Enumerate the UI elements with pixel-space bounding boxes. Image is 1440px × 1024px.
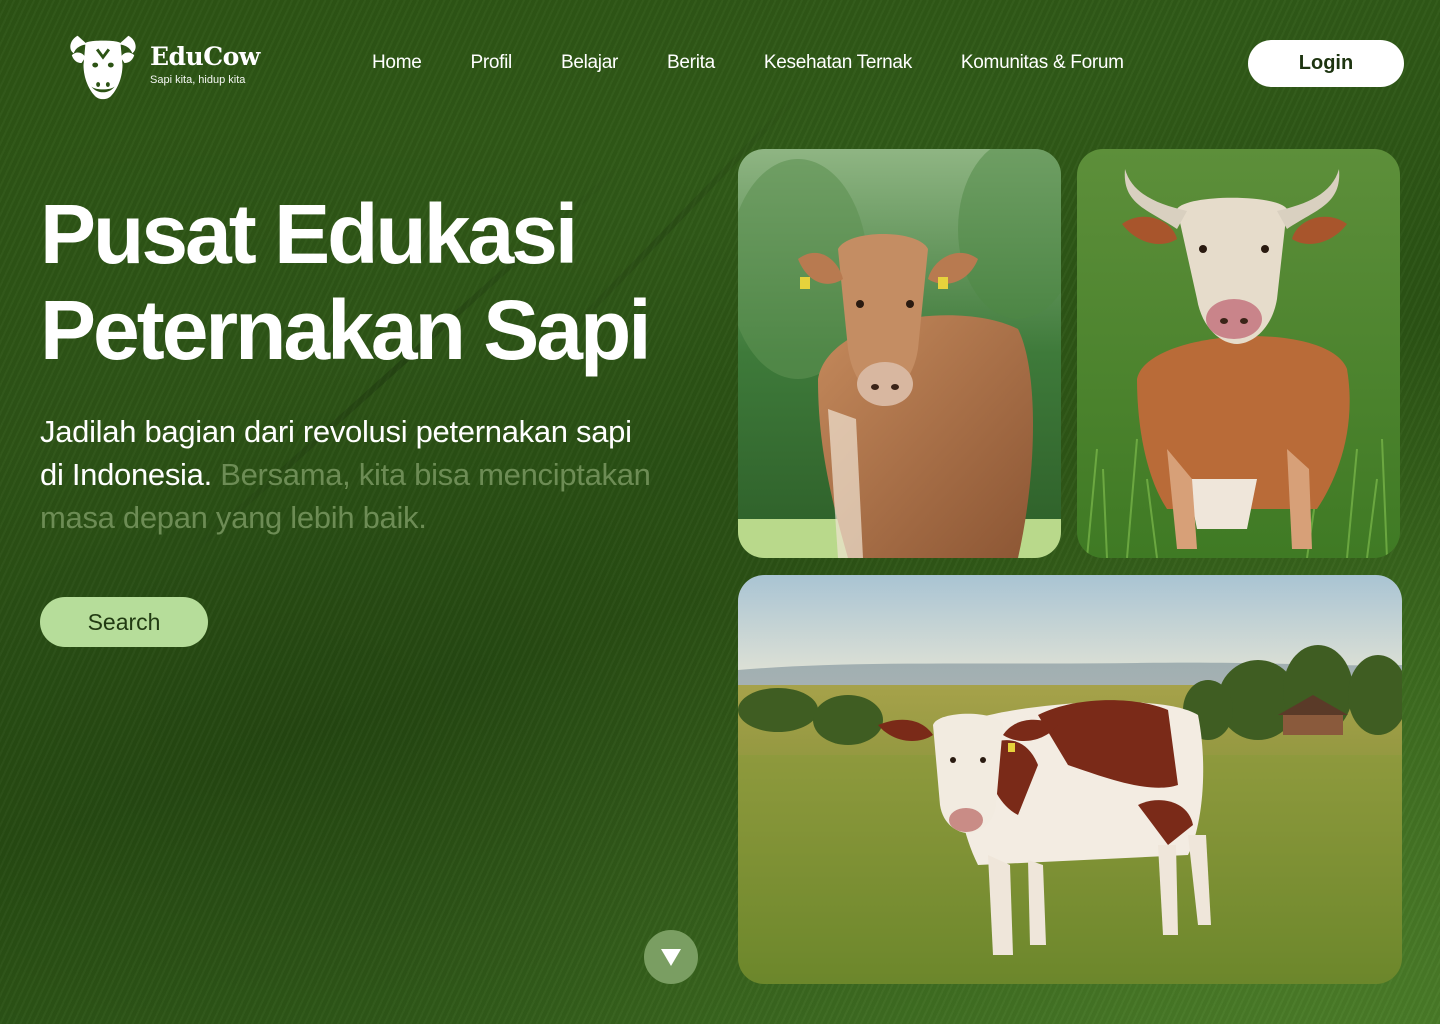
login-button[interactable]: Login <box>1248 40 1404 87</box>
photo-spotted-cow-pasture <box>738 575 1402 984</box>
scroll-down-button[interactable] <box>644 930 698 984</box>
nav-item-berita[interactable]: Berita <box>667 52 715 74</box>
main-nav: Home Profil Belajar Berita Kesehatan Ter… <box>372 52 1173 74</box>
cow-head-icon <box>70 35 136 100</box>
nav-item-komunitas-forum[interactable]: Komunitas & Forum <box>961 52 1124 74</box>
brand-name: EduCow <box>150 42 260 71</box>
photo-horned-cow <box>1077 149 1400 558</box>
nav-item-home[interactable]: Home <box>372 52 422 74</box>
hero-title-line-2: Peternakan Sapi <box>40 283 652 377</box>
nav-item-kesehatan-ternak[interactable]: Kesehatan Ternak <box>764 52 912 74</box>
nav-item-belajar[interactable]: Belajar <box>561 52 618 74</box>
brand-tagline: Sapi kita, hidup kita <box>150 74 246 86</box>
chevron-down-icon <box>661 949 681 966</box>
search-button[interactable]: Search <box>40 597 208 647</box>
nav-item-profil[interactable]: Profil <box>470 52 512 74</box>
hero-title-line-1: Pusat Edukasi <box>40 187 578 281</box>
hero-subtitle: Jadilah bagian dari revolusi peternakan … <box>40 410 660 539</box>
photo-brown-cow <box>738 149 1061 558</box>
hero-title: Pusat Edukasi Peternakan Sapi <box>40 186 652 378</box>
brand-logo[interactable]: EduCow Sapi kita, hidup kita <box>64 26 260 104</box>
